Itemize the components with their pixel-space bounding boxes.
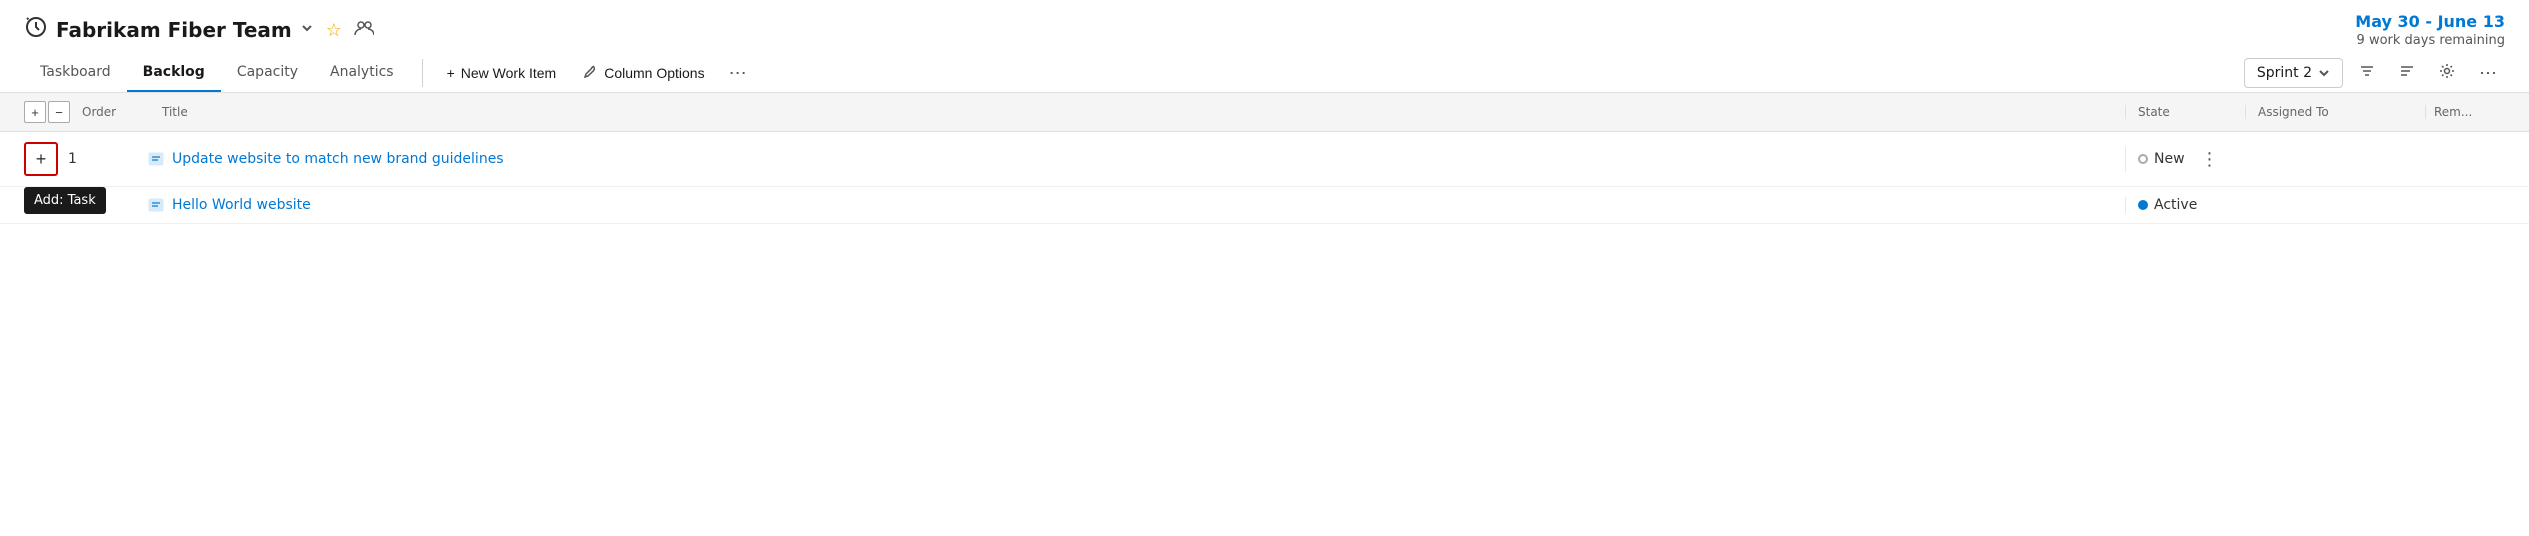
nav-row: Taskboard Backlog Capacity Analytics + N… — [0, 54, 2529, 93]
column-header-order: Order — [82, 105, 162, 119]
team-members-icon[interactable] — [354, 18, 374, 43]
work-item-icon — [148, 197, 164, 213]
sprint-chevron-icon — [2318, 67, 2330, 79]
sprint-dropdown[interactable]: Sprint 2 — [2244, 58, 2343, 88]
sprint-date: May 30 - June 13 — [2355, 12, 2505, 31]
team-icon — [24, 15, 48, 45]
tab-backlog[interactable]: Backlog — [127, 54, 221, 92]
row-state-label: Active — [2154, 197, 2197, 213]
settings-icon-button[interactable] — [2431, 57, 2463, 90]
tab-taskboard[interactable]: Taskboard — [24, 54, 127, 92]
header-right: May 30 - June 13 9 work days remaining — [2355, 12, 2505, 48]
sort-icon — [2399, 63, 2415, 79]
work-item-icon — [148, 151, 164, 167]
column-header-assigned-to: Assigned To — [2245, 105, 2425, 119]
collapse-all-button[interactable]: − — [48, 101, 70, 123]
nav-divider — [422, 59, 423, 87]
wrench-icon — [584, 65, 598, 82]
state-dot-new — [2138, 154, 2148, 164]
filter-icon — [2359, 63, 2375, 79]
column-header-remaining: Rem... — [2425, 105, 2505, 119]
settings-icon — [2439, 63, 2455, 79]
app-container: Fabrikam Fiber Team ☆ May 30 - June 13 9… — [0, 0, 2529, 536]
header-left: Fabrikam Fiber Team ☆ — [24, 15, 374, 45]
header-row: Fabrikam Fiber Team ☆ May 30 - June 13 9… — [0, 0, 2529, 54]
nav-actions: + New Work Item Column Options ⋯ — [435, 57, 2244, 90]
column-options-label: Column Options — [604, 65, 704, 81]
row-add-container: + Add: Task — [24, 142, 68, 176]
row-title[interactable]: Update website to match new brand guidel… — [148, 151, 2125, 167]
column-options-button[interactable]: Column Options — [572, 57, 716, 90]
row-state: Active — [2125, 197, 2245, 213]
plus-icon: + — [447, 65, 455, 81]
team-name: Fabrikam Fiber Team — [56, 18, 292, 42]
state-dot-active — [2138, 200, 2148, 210]
row-title-text: Update website to match new brand guidel… — [172, 151, 504, 167]
tab-capacity[interactable]: Capacity — [221, 54, 314, 92]
column-header-title: Title — [162, 105, 2125, 119]
new-work-item-label: New Work Item — [461, 65, 556, 81]
nav-more-button[interactable]: ⋯ — [721, 57, 755, 90]
add-task-tooltip: Add: Task — [24, 187, 106, 214]
new-work-item-button[interactable]: + New Work Item — [435, 57, 569, 89]
sort-icon-button[interactable] — [2391, 57, 2423, 90]
table-row: + Add: Task 1 Update website to match ne… — [0, 132, 2529, 187]
add-task-button[interactable]: + — [24, 142, 58, 176]
filter-icon-button[interactable] — [2351, 57, 2383, 90]
sprint-label: Sprint 2 — [2257, 65, 2312, 81]
work-days-remaining: 9 work days remaining — [2355, 33, 2505, 48]
row-state: New ⋮ — [2125, 147, 2245, 172]
row-more-button[interactable]: ⋮ — [2195, 147, 2225, 172]
row-state-label: New — [2154, 151, 2185, 167]
row-title-text: Hello World website — [172, 197, 311, 213]
table-area: + − Order Title State Assigned To Rem...… — [0, 93, 2529, 224]
expand-buttons: + − — [24, 101, 70, 123]
column-header-state: State — [2125, 105, 2245, 119]
nav-tabs: Taskboard Backlog Capacity Analytics — [24, 54, 410, 92]
chevron-down-icon[interactable] — [300, 21, 314, 39]
expand-all-button[interactable]: + — [24, 101, 46, 123]
toolbar-more-button[interactable]: ⋯ — [2471, 57, 2505, 90]
row-order: 1 — [68, 151, 148, 167]
row-title[interactable]: Hello World website — [148, 197, 2125, 213]
star-icon[interactable]: ☆ — [326, 20, 342, 41]
table-row: Hello World website Active — [0, 187, 2529, 224]
right-toolbar: Sprint 2 — [2244, 57, 2505, 90]
tab-analytics[interactable]: Analytics — [314, 54, 410, 92]
table-header-row: + − Order Title State Assigned To Rem... — [0, 93, 2529, 132]
